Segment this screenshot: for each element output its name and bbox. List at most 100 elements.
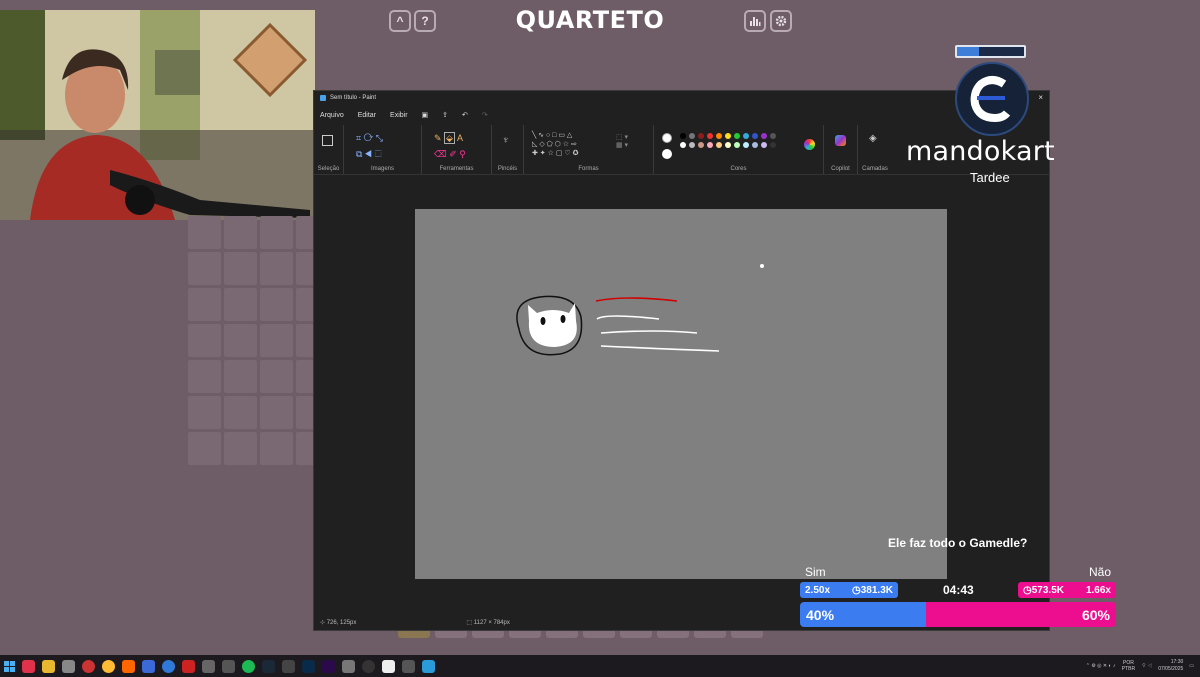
- taskbar: ⌃ ⚙ ◎ ✕ ◐ ♪ POR PTBR ⌔ ◁ 17:30 07/05/202…: [0, 655, 1200, 677]
- clock[interactable]: 17:30 07/05/2025: [1158, 659, 1183, 673]
- ribbon-colors[interactable]: Cores: [654, 125, 824, 174]
- resize-icon[interactable]: ⧉ ◀ ⬚: [356, 149, 382, 160]
- photoshop-icon[interactable]: [302, 659, 315, 673]
- close-icon[interactable]: ×: [1038, 93, 1043, 102]
- ribbon-label-cores: Cores: [730, 166, 747, 172]
- ribbon-brushes[interactable]: ♆ Pincéis: [492, 125, 524, 174]
- grid-cell: [188, 252, 221, 285]
- spotify-icon[interactable]: [242, 659, 255, 673]
- color-palette[interactable]: [680, 133, 776, 148]
- up-button[interactable]: ^: [389, 10, 411, 32]
- canvas-size-value: 1127 × 784px: [473, 619, 510, 626]
- record-icon[interactable]: [22, 659, 35, 673]
- store-icon[interactable]: [62, 659, 75, 673]
- brush-icon[interactable]: ♆: [502, 135, 510, 146]
- browser-icon[interactable]: [102, 659, 115, 673]
- grid-cell: [188, 216, 221, 249]
- app-icon-2[interactable]: [282, 659, 295, 673]
- streamer-image: [0, 10, 315, 220]
- crop-icon[interactable]: ⌗ ⟳ ⤡: [356, 133, 383, 144]
- layers-icon[interactable]: ◈: [869, 133, 877, 144]
- grid-cell: [224, 288, 257, 321]
- folder-icon[interactable]: [42, 659, 55, 673]
- ribbon-copilot[interactable]: Copilot: [824, 125, 858, 174]
- chrome-icon[interactable]: [82, 659, 95, 673]
- ribbon-selection[interactable]: Seleção: [314, 125, 344, 174]
- drawing-canvas[interactable]: [415, 209, 947, 579]
- premiere-icon[interactable]: [322, 659, 335, 673]
- selection-icon[interactable]: [322, 135, 333, 146]
- ribbon-label-pinceis: Pincéis: [497, 166, 518, 172]
- ribbon-shapes[interactable]: ╲ ∿ ○ □ ▭ △ ◺ ◇ ⬠ ⬡ ☆ ⇨ ✚ ✦ ☆ ▢ ♡ ✪ ⬚ ▾ ▦ ▾…: [524, 125, 654, 174]
- wifi-icon[interactable]: ⌔ ◁: [1141, 663, 1152, 669]
- no-points-value: 573.5K: [1031, 584, 1064, 596]
- poll-option-yes: Sim: [805, 565, 826, 579]
- steam-icon[interactable]: [262, 659, 275, 673]
- channel-logo: [955, 62, 1029, 136]
- canvas-size: ⬚ 1127 × 784px: [466, 619, 510, 626]
- game-grid: [188, 216, 329, 465]
- paint-taskbar-icon[interactable]: [422, 659, 435, 673]
- redo-icon[interactable]: ↷: [482, 111, 488, 119]
- cursor-position-value: 726, 125px: [326, 619, 357, 626]
- ribbon-layers[interactable]: ◈ Camadas: [858, 125, 892, 174]
- color-wheel-icon[interactable]: [804, 139, 815, 150]
- ribbon-tools[interactable]: ✎ ⬙ A ⌫ ✐ ⚲ Ferramentas: [422, 125, 492, 174]
- cursor-position: ⊹ 726, 125px: [320, 619, 357, 626]
- unity-icon[interactable]: [402, 659, 415, 673]
- menu-arquivo[interactable]: Arquivo: [320, 112, 344, 119]
- share-icon[interactable]: ⇪: [442, 111, 448, 119]
- grid-cell: [260, 288, 293, 321]
- brand-subtitle: Tardee: [970, 170, 1010, 185]
- github-icon[interactable]: [362, 659, 375, 673]
- eraser-icon[interactable]: ⌫ ✐ ⚲: [434, 149, 466, 160]
- controller-icon[interactable]: [222, 659, 235, 673]
- grid-cell: [188, 432, 221, 465]
- notification-icon[interactable]: ▭: [1189, 663, 1194, 669]
- paint-app-icon: [320, 95, 326, 101]
- loading-bar-fill: [957, 47, 980, 56]
- color-secondary[interactable]: [662, 149, 672, 159]
- color-primary[interactable]: [662, 133, 672, 143]
- poll-timer: 04:43: [943, 583, 974, 597]
- grid-cell: [260, 396, 293, 429]
- paint-menubar: Arquivo Editar Exibir ▣ ⇪ ↶ ↷: [314, 105, 1049, 125]
- grid-cell: [188, 360, 221, 393]
- language-indicator[interactable]: POR PTBR: [1121, 660, 1135, 672]
- ribbon-label-camadas: Camadas: [862, 166, 888, 172]
- media-icon[interactable]: [182, 659, 195, 673]
- undo-icon[interactable]: ↶: [462, 111, 468, 119]
- grid-cell: [260, 252, 293, 285]
- help-button[interactable]: ?: [414, 10, 436, 32]
- app-icon[interactable]: [122, 659, 135, 673]
- poll-no-stats: ◷573.5K 1.66x: [1018, 582, 1116, 598]
- menu-editar[interactable]: Editar: [358, 112, 376, 119]
- grid-cell: [224, 432, 257, 465]
- yes-points-value: 381.3K: [860, 584, 893, 596]
- pencil-icon[interactable]: ✎ ⬙ A: [434, 132, 463, 144]
- settings-button[interactable]: [770, 10, 792, 32]
- copilot-icon[interactable]: [835, 135, 846, 146]
- ribbon-label-formas: Formas: [578, 166, 599, 172]
- question-icon: ?: [421, 14, 429, 28]
- stats-button[interactable]: [744, 10, 766, 32]
- grid-cell: [224, 360, 257, 393]
- ribbon-label-selecao: Seleção: [317, 166, 340, 172]
- paint-titlebar: Sem título - Paint ×: [314, 91, 1049, 105]
- menu-exibir[interactable]: Exibir: [390, 112, 408, 119]
- grid-cell: [188, 288, 221, 321]
- tray-icons[interactable]: ⌃ ⚙ ◎ ✕ ◐ ♪: [1086, 663, 1116, 669]
- obs-icon[interactable]: [202, 659, 215, 673]
- webcam-feed: [0, 10, 315, 220]
- poll-bar-yes: 40%: [800, 602, 926, 627]
- ribbon-images[interactable]: ⌗ ⟳ ⤡ ⧉ ◀ ⬚ Imagens: [344, 125, 422, 174]
- windows-start-icon[interactable]: [4, 660, 15, 672]
- outline-icon[interactable]: ⬚ ▾ ▦ ▾: [616, 133, 628, 149]
- shapes-icon[interactable]: ╲ ∿ ○ □ ▭ △ ◺ ◇ ⬠ ⬡ ☆ ⇨ ✚ ✦ ☆ ▢ ♡ ✪: [532, 131, 612, 158]
- save-icon[interactable]: ▣: [422, 111, 429, 119]
- settings-app-icon[interactable]: [342, 659, 355, 673]
- channel-icon[interactable]: [162, 659, 175, 673]
- code-icon[interactable]: [382, 659, 395, 673]
- discord-icon[interactable]: [142, 659, 155, 673]
- grid-cell: [260, 216, 293, 249]
